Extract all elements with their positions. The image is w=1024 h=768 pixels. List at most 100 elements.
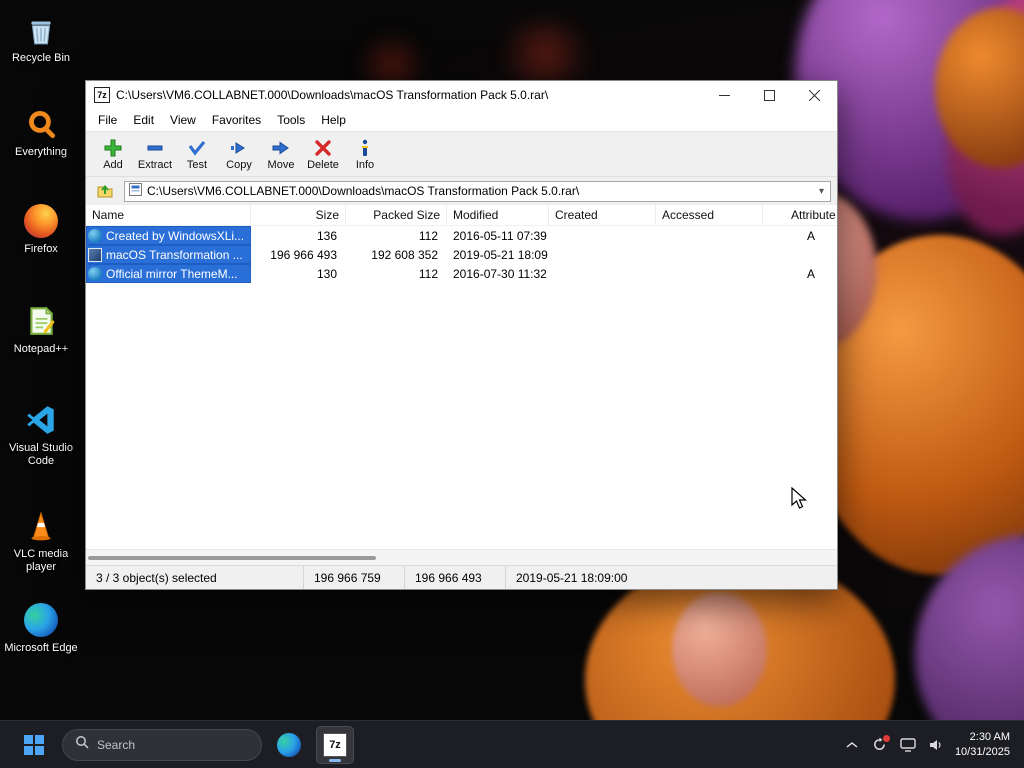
menu-favorites[interactable]: Favorites [204,111,269,129]
column-header-packed-size[interactable]: Packed Size [346,205,447,225]
menu-view[interactable]: View [162,111,204,129]
menu-edit[interactable]: Edit [125,111,162,129]
scrollbar-thumb[interactable] [88,556,376,560]
status-total-size: 196 966 759 [304,566,405,589]
toolbar: Add Extract Test Copy Move Delete Info [86,131,837,177]
menu-tools[interactable]: Tools [269,111,313,129]
file-size-cell: 196 966 493 [270,247,337,262]
edge-icon [277,732,301,757]
7zip-icon: 7z [323,732,347,757]
taskbar-7zip-icon[interactable]: 7z [316,725,354,764]
desktop-icon-label: VLC media player [13,548,69,574]
tray-volume-icon[interactable] [927,736,945,754]
file-list[interactable]: Created by WindowsXLi... 136 112 2016-05… [86,226,837,549]
start-button[interactable] [16,727,52,763]
info-icon [355,138,375,158]
file-packed-cell: 112 [418,266,438,281]
file-attr-cell: A [807,228,816,243]
add-icon [103,138,123,158]
table-row[interactable]: macOS Transformation ... 196 966 493 192… [86,245,837,264]
everything-icon [23,106,59,142]
file-size-cell: 136 [316,228,337,243]
status-selected-count: 3 / 3 object(s) selected [86,566,304,589]
window-title: C:\Users\VM6.COLLABNET.000\Downloads\mac… [116,88,549,102]
file-created-cell [549,264,656,283]
move-button[interactable]: Move [260,136,302,173]
test-icon [187,138,207,158]
taskbar: 7z 2:30 AM 10/31/2025 [0,720,1024,768]
horizontal-scrollbar[interactable] [86,549,837,565]
taskbar-search[interactable] [62,728,262,761]
taskbar-edge-icon[interactable] [270,726,308,764]
info-button[interactable]: Info [344,136,386,173]
file-attr-cell: A [807,266,816,281]
file-modified-cell: 2016-05-11 07:39 [453,228,547,243]
status-bar: 3 / 3 object(s) selected 196 966 759 196… [86,565,837,589]
desktop-icon-vscode[interactable]: Visual Studio Code [2,402,80,468]
address-dropdown-icon[interactable]: ▾ [817,186,826,197]
up-one-level-button[interactable] [92,180,118,202]
file-icon [88,266,102,281]
table-row[interactable]: Official mirror ThemeM... 130 112 2016-0… [86,264,837,283]
firefox-icon [23,203,59,239]
search-icon [75,735,89,754]
column-header-created[interactable]: Created [549,205,656,225]
search-input[interactable] [97,737,237,752]
file-icon [88,247,102,262]
file-name-cell[interactable]: Created by WindowsXLi... [86,226,251,245]
address-path: C:\Users\VM6.COLLABNET.000\Downloads\mac… [147,184,580,198]
file-packed-cell: 192 608 352 [371,247,438,262]
tray-display-icon[interactable] [899,736,917,754]
file-name-cell[interactable]: macOS Transformation ... [86,245,251,264]
extract-button[interactable]: Extract [134,136,176,173]
vlc-icon [23,508,59,544]
7zip-window: 7z C:\Users\VM6.COLLABNET.000\Downloads\… [85,80,838,590]
desktop-icon-vlc[interactable]: VLC media player [2,508,80,574]
desktop-icon-label: Visual Studio Code [8,442,73,468]
file-packed-cell: 112 [418,228,438,243]
desktop-icon-everything[interactable]: Everything [2,106,80,159]
maximize-button[interactable] [747,81,792,109]
column-header-accessed[interactable]: Accessed [656,205,763,225]
menu-help[interactable]: Help [313,111,354,129]
hidden-icons-chevron[interactable] [843,736,861,754]
update-badge [882,734,890,742]
address-combobox[interactable]: C:\Users\VM6.COLLABNET.000\Downloads\mac… [124,180,831,202]
desktop-icon-label: Notepad++ [13,343,69,355]
file-modified-cell: 2019-05-21 18:09 [453,247,548,262]
test-button[interactable]: Test [176,136,218,173]
file-name-cell[interactable]: Official mirror ThemeM... [86,264,251,283]
file-size-cell: 130 [316,266,337,281]
minimize-button[interactable] [702,81,747,109]
delete-button[interactable]: Delete [302,136,344,173]
desktop-icon-firefox[interactable]: Firefox [2,203,80,256]
desktop-icon-label: Recycle Bin [11,52,71,64]
column-header-size[interactable]: Size [251,205,346,225]
7zip-app-icon: 7z [94,87,110,103]
extract-icon [145,138,165,158]
table-row[interactable]: Created by WindowsXLi... 136 112 2016-05… [86,226,837,245]
status-modified-date: 2019-05-21 18:09:00 [516,570,628,585]
copy-button[interactable]: Copy [218,136,260,173]
taskbar-clock[interactable]: 2:30 AM 10/31/2025 [955,730,1010,760]
recycle-bin-icon [23,12,59,48]
tray-update-icon[interactable] [871,734,890,754]
desktop-icon-label: Firefox [24,243,58,255]
close-button[interactable] [792,81,837,109]
clock-date: 10/31/2025 [954,745,1010,758]
file-accessed-cell [656,226,763,245]
column-header-attributes[interactable]: Attribute [763,205,837,225]
file-accessed-cell [656,245,763,264]
column-header-modified[interactable]: Modified [447,205,549,225]
column-header-name[interactable]: Name [86,205,251,225]
desktop-icon-edge[interactable]: Microsoft Edge [2,602,80,655]
add-button[interactable]: Add [92,136,134,173]
desktop-icon-notepadpp[interactable]: Notepad++ [2,303,80,356]
status-total-packed: 196 966 493 [405,566,506,589]
windows-logo-icon [24,734,44,755]
window-titlebar[interactable]: 7z C:\Users\VM6.COLLABNET.000\Downloads\… [86,81,837,109]
move-icon [271,138,291,158]
mouse-cursor [791,486,809,516]
desktop-icon-recycle-bin[interactable]: Recycle Bin [2,12,80,65]
menu-file[interactable]: File [90,111,125,129]
